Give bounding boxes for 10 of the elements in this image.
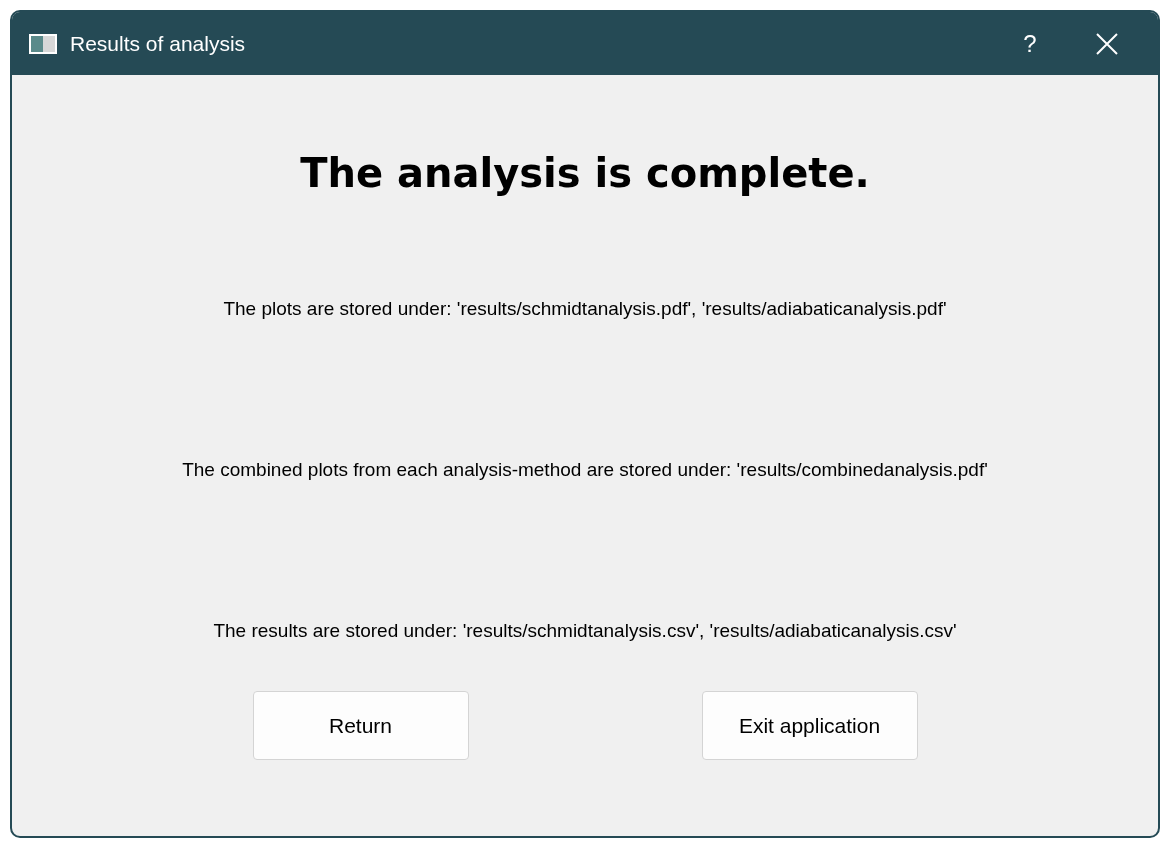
heading: The analysis is complete. bbox=[300, 150, 870, 198]
message-text: The plots are stored under: 'results/schmidtanalysis.pdf', 'results/adiabaticanalysis.pdf' bbox=[223, 296, 947, 321]
help-button[interactable]: ? bbox=[1000, 19, 1060, 68]
window-icon bbox=[28, 31, 58, 56]
close-icon bbox=[1096, 32, 1118, 55]
message-text: The results are stored under: 'results/schmidtanalysis.csv', 'results/adiabaticanalysis.csv' bbox=[213, 618, 957, 643]
exit-button[interactable]: Exit application bbox=[701, 691, 918, 760]
message-text: The combined plots from each analysis-method are stored under: 'results/combinedanalysis.pdf' bbox=[182, 457, 988, 482]
window-title: Results of analysis bbox=[70, 31, 247, 56]
return-button[interactable]: Return bbox=[252, 691, 469, 760]
